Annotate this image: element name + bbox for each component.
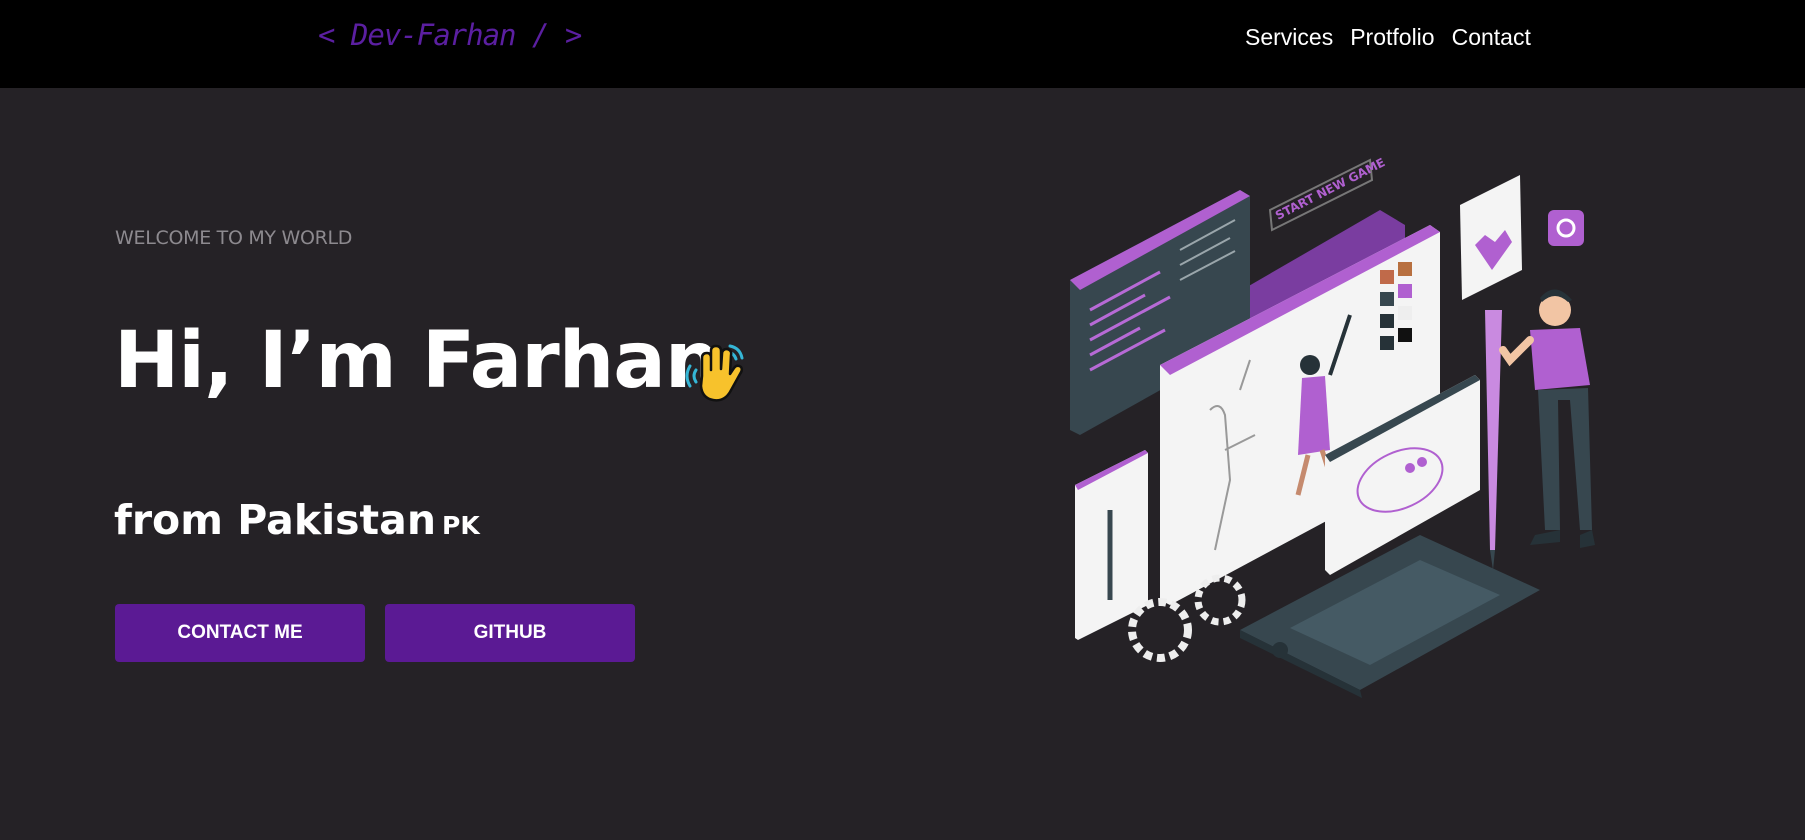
github-button[interactable]: GITHUB: [385, 604, 635, 662]
subtitle-text: from Pakistan: [114, 496, 437, 544]
welcome-eyebrow: WELCOME TO MY WORLD: [115, 227, 353, 249]
hero-title: Hi, I’m Farhan: [114, 316, 720, 406]
nav-link-portfolio[interactable]: Protfolio: [1350, 24, 1434, 51]
contact-me-button[interactable]: CONTACT ME: [115, 604, 365, 662]
main-nav: Services Protfolio Contact: [1245, 24, 1531, 51]
nav-link-contact[interactable]: Contact: [1452, 24, 1531, 51]
developer-workstation-illustration: START NEW GAME: [1070, 155, 1595, 698]
site-logo[interactable]: < Dev-Farhan / >: [318, 18, 582, 52]
waving-hand-icon: [685, 344, 744, 402]
hero-subtitle: from Pakistan PK: [114, 496, 480, 544]
top-navbar: < Dev-Farhan / > Services Protfolio Cont…: [0, 0, 1805, 88]
start-new-game-badge: START NEW GAME: [1273, 155, 1387, 222]
nav-link-services[interactable]: Services: [1245, 24, 1333, 51]
country-code: PK: [442, 511, 480, 540]
